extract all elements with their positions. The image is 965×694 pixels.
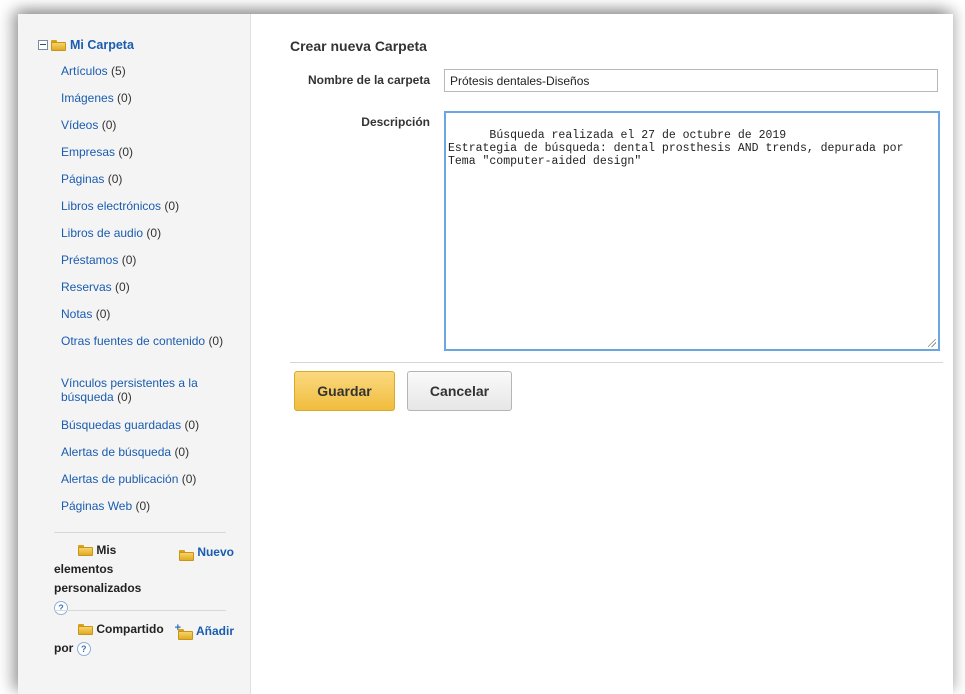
sidebar-item-libros-audio[interactable]: Libros de audio (0) (61, 226, 241, 253)
sidebar-root[interactable]: Mi Carpeta (38, 38, 134, 52)
item-count: (0) (101, 118, 117, 132)
add-shared-link[interactable]: Añadir (196, 624, 234, 638)
resize-handle-icon[interactable] (928, 339, 936, 347)
item-count: (0) (184, 418, 200, 432)
item-count: (5) (111, 64, 126, 78)
sidebar-divider (54, 532, 226, 533)
sidebar-item-label[interactable]: Reservas (61, 280, 112, 294)
app-window: Mi Carpeta Artículos (5) Imágenes (0) Ví… (18, 14, 953, 694)
item-count: (0) (146, 226, 162, 240)
sidebar-item-busquedas-guardadas[interactable]: Búsquedas guardadas (0) (61, 418, 241, 445)
folder-name-input[interactable] (444, 69, 938, 92)
sidebar-item-alertas-publicacion[interactable]: Alertas de publicación (0) (61, 472, 241, 499)
sidebar-item-label[interactable]: Libros de audio (61, 226, 143, 240)
sidebar-item-notas[interactable]: Notas (0) (61, 307, 241, 334)
form-divider (290, 362, 943, 363)
sidebar-item-empresas[interactable]: Empresas (0) (61, 145, 241, 172)
sidebar-item-label[interactable]: Libros electrónicos (61, 199, 161, 213)
item-count: (0) (107, 172, 123, 186)
sidebar-item-label[interactable]: Imágenes (61, 91, 114, 105)
folder-icon (51, 39, 66, 51)
sidebar-item-otras-fuentes[interactable]: Otras fuentes de contenido (0) (61, 334, 241, 376)
sidebar-item-label[interactable]: Artículos (61, 64, 108, 78)
folder-list: Artículos (5) Imágenes (0) Vídeos (0) Em… (61, 64, 241, 526)
item-count: (0) (121, 253, 137, 267)
sidebar-item-label[interactable]: Notas (61, 307, 92, 321)
description-textarea[interactable]: Búsqueda realizada el 27 de octubre de 2… (444, 111, 940, 351)
folder-icon (78, 624, 93, 636)
custom-items-section: Mis elementos personalizados ? Nuevo (54, 541, 234, 617)
sidebar-item-label[interactable]: Páginas (61, 172, 104, 186)
sidebar-item-label[interactable]: Préstamos (61, 253, 118, 267)
sidebar-item-reservas[interactable]: Reservas (0) (61, 280, 241, 307)
save-button[interactable]: Guardar (294, 371, 395, 411)
add-folder-icon[interactable]: + (175, 623, 193, 640)
sidebar-item-articulos[interactable]: Artículos (5) (61, 64, 241, 91)
sidebar-divider (54, 610, 226, 611)
sidebar-item-label[interactable]: Búsquedas guardadas (61, 418, 181, 432)
main-content: Crear nueva Carpeta Nombre de la carpeta… (250, 14, 953, 694)
folder-name-label: Nombre de la carpeta (307, 73, 430, 87)
sidebar-item-imagenes[interactable]: Imágenes (0) (61, 91, 241, 118)
sidebar-item-label[interactable]: Vídeos (61, 118, 98, 132)
item-count: (0) (117, 91, 132, 105)
sidebar-item-alertas-busqueda[interactable]: Alertas de búsqueda (0) (61, 445, 241, 472)
sidebar-item-label[interactable]: Alertas de publicación (61, 472, 178, 486)
sidebar-item-vinculos[interactable]: Vínculos persistentes a la búsqueda (0) (61, 376, 241, 418)
shared-label: Compartido por (54, 622, 164, 655)
new-custom-item-link[interactable]: Nuevo (197, 545, 234, 559)
sidebar-item-label[interactable]: Páginas Web (61, 499, 132, 513)
item-count: (0) (181, 472, 197, 486)
description-label: Descripción (361, 115, 430, 129)
mi-carpeta-link[interactable]: Mi Carpeta (70, 38, 134, 52)
sidebar-item-label[interactable]: Alertas de búsqueda (61, 445, 171, 459)
sidebar-item-label[interactable]: Empresas (61, 145, 115, 159)
help-icon[interactable]: ? (54, 600, 68, 615)
item-count: (0) (115, 280, 130, 294)
item-count: (0) (174, 445, 190, 459)
custom-items-label: Mis elementos personalizados (54, 543, 142, 595)
shared-section: Compartido por ? + Añadir (54, 620, 234, 658)
folder-icon (78, 545, 93, 557)
add-folder-icon[interactable] (178, 547, 194, 561)
sidebar-item-libros-electronicos[interactable]: Libros electrónicos (0) (61, 199, 241, 226)
item-count: (0) (118, 145, 134, 159)
sidebar-item-paginas[interactable]: Páginas (0) (61, 172, 241, 199)
help-icon[interactable]: ? (76, 641, 91, 656)
sidebar-item-label[interactable]: Otras fuentes de contenido (61, 334, 205, 348)
sidebar-item-videos[interactable]: Vídeos (0) (61, 118, 241, 145)
item-count: (0) (164, 199, 180, 213)
collapse-icon[interactable] (38, 40, 48, 50)
item-count: (0) (208, 334, 224, 348)
item-count: (0) (135, 499, 151, 513)
item-count: (0) (117, 390, 132, 404)
sidebar: Mi Carpeta Artículos (5) Imágenes (0) Ví… (18, 14, 251, 694)
page-title: Crear nueva Carpeta (290, 38, 427, 54)
cancel-button[interactable]: Cancelar (407, 371, 512, 411)
description-text: Búsqueda realizada el 27 de octubre de 2… (448, 129, 904, 168)
sidebar-item-paginas-web[interactable]: Páginas Web (0) (61, 499, 241, 526)
item-count: (0) (95, 307, 111, 321)
sidebar-item-prestamos[interactable]: Préstamos (0) (61, 253, 241, 280)
